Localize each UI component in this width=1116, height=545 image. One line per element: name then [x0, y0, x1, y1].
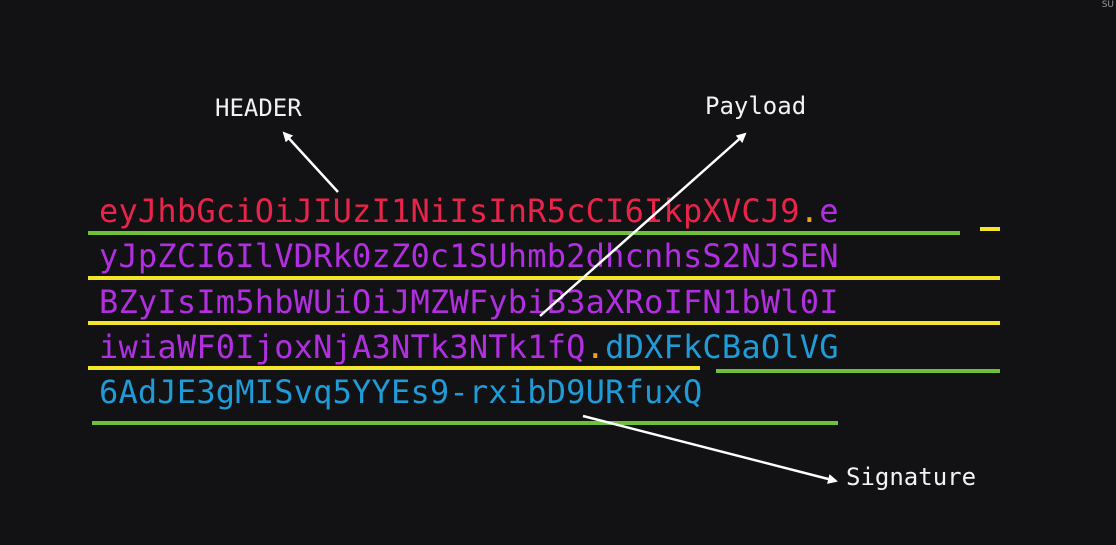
- arrows-layer: [282, 131, 838, 484]
- payload-arrow: [539, 132, 747, 317]
- header-arrow: [282, 131, 339, 193]
- signature-arrow: [582, 414, 838, 484]
